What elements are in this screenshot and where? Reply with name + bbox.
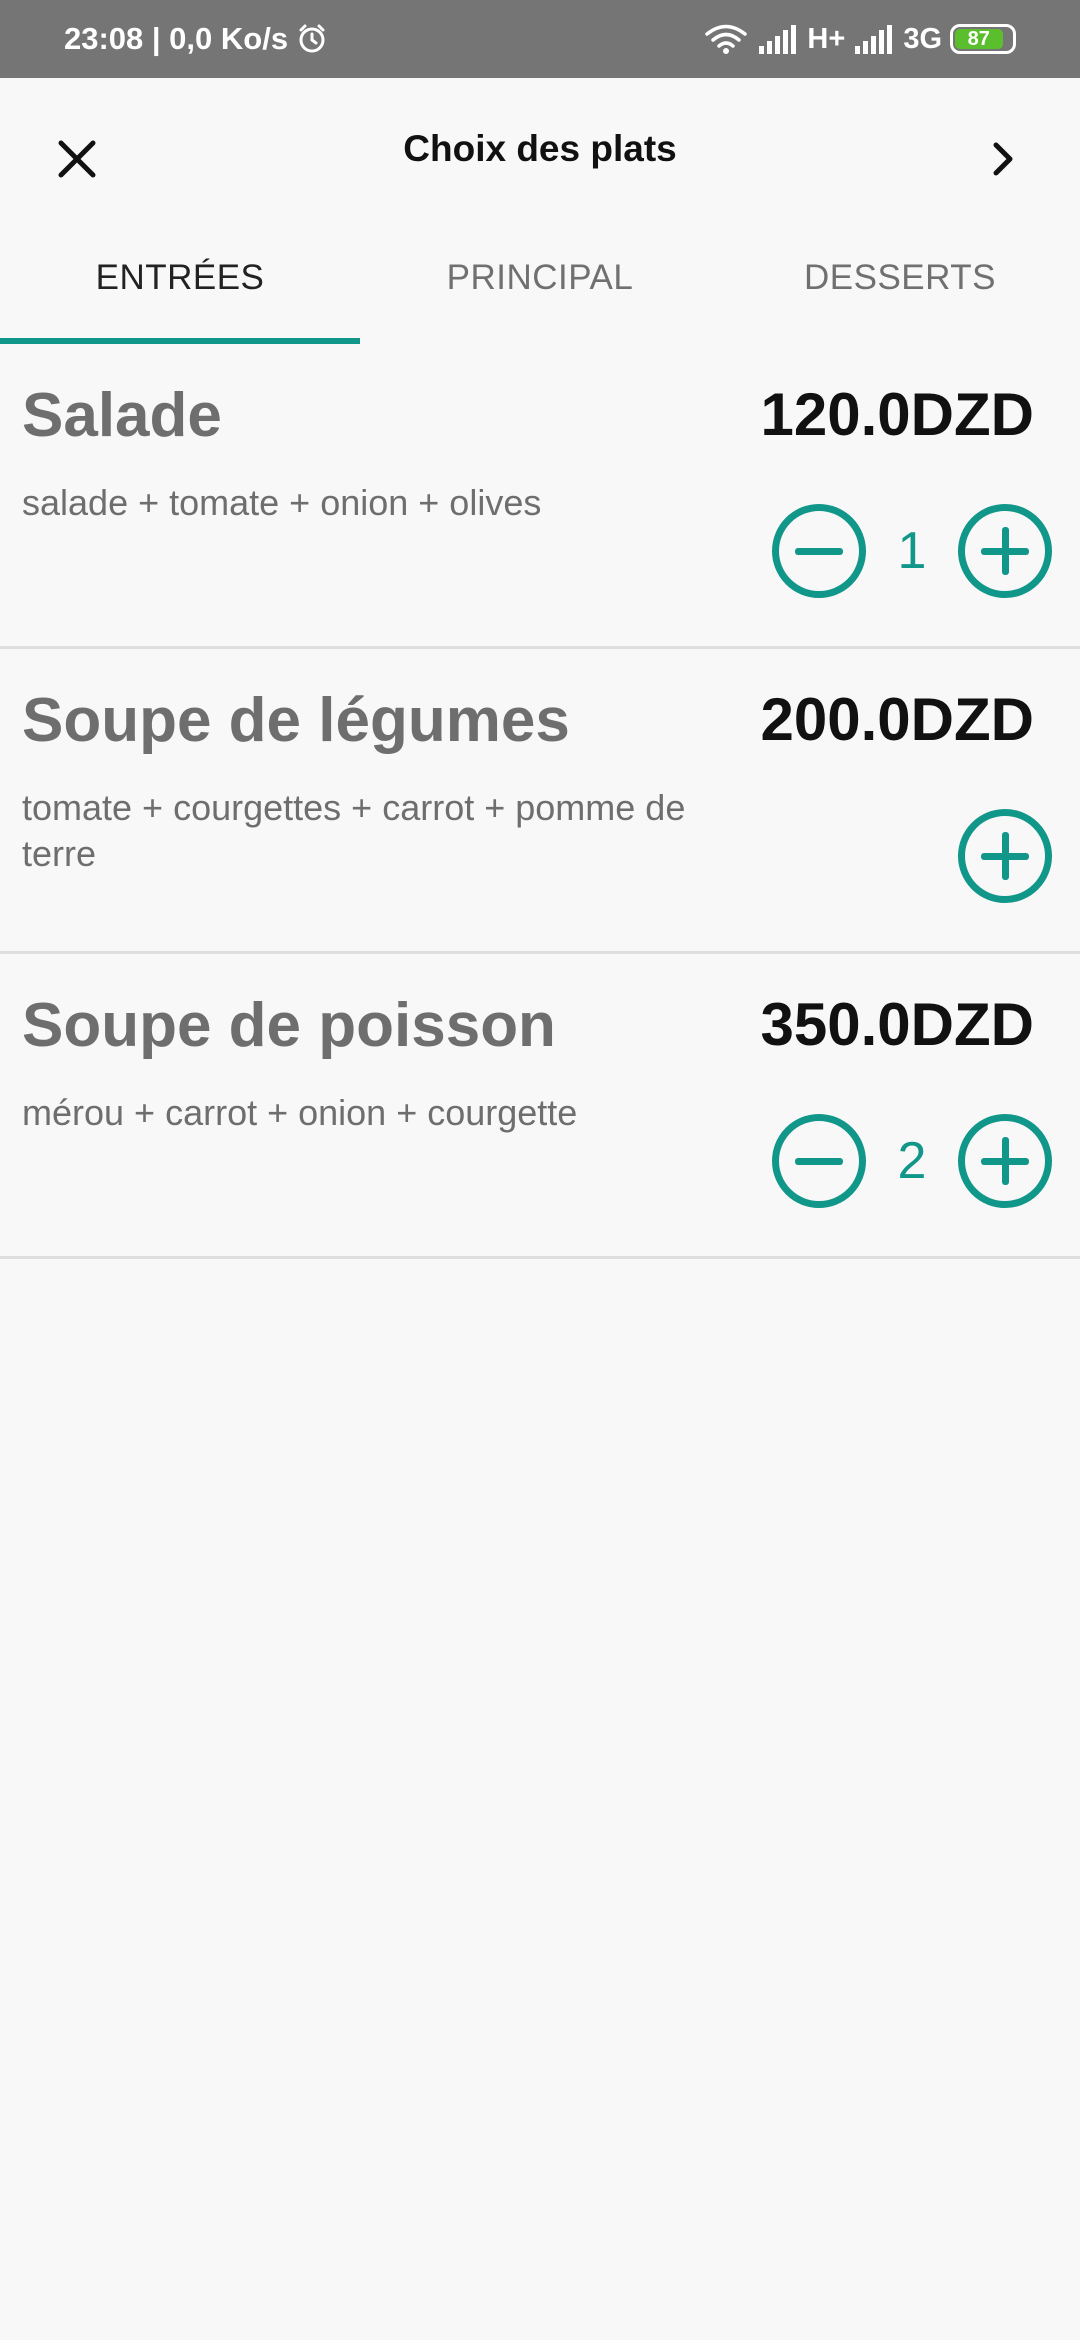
page-title: Choix des plats [403, 128, 677, 169]
dish-description: mérou + carrot + onion + courgette [22, 1092, 578, 1133]
quantity-stepper: 2 [772, 1114, 1052, 1208]
signal-icon [757, 24, 799, 54]
dish-description: salade + tomate + onion + olives [22, 482, 542, 523]
list-item: Soupe de poisson 350.0DZD mérou + carrot… [0, 954, 1080, 1259]
list-item: Soupe de légumes 200.0DZD tomate + courg… [0, 649, 1080, 954]
battery-icon: 87 [950, 24, 1016, 54]
tab-bar: ENTRÉES PRINCIPAL DESSERTS [0, 238, 1080, 344]
chevron-right-icon[interactable] [968, 124, 1038, 194]
tab-entrees[interactable]: ENTRÉES [0, 238, 360, 344]
signal-icon [853, 24, 895, 54]
plus-icon[interactable] [958, 504, 1052, 598]
app-bar: Choix des plats [0, 78, 1080, 238]
dish-price: 200.0DZD [760, 686, 1034, 753]
status-right: H+ 3G 87 [703, 0, 1016, 78]
quantity-stepper: 1 [772, 504, 1052, 598]
quantity-value: 2 [897, 1132, 927, 1190]
dish-list: Salade 120.0DZD salade + tomate + onion … [0, 344, 1080, 1259]
dish-description: tomate + courgettes + carrot + pomme de … [22, 787, 686, 874]
list-item: Salade 120.0DZD salade + tomate + onion … [0, 344, 1080, 649]
alarm-icon [296, 23, 328, 55]
dish-name: Soupe de poisson [22, 991, 556, 1060]
status-left: 23:08 | 0,0 Ko/s [64, 0, 328, 78]
dish-price: 350.0DZD [760, 991, 1034, 1058]
dish-name: Soupe de légumes [22, 686, 570, 755]
network-type-1: H+ [807, 22, 846, 55]
tab-principal[interactable]: PRINCIPAL [360, 238, 720, 344]
quantity-stepper [958, 809, 1052, 903]
status-time-speed: 23:08 | 0,0 Ko/s [64, 21, 289, 56]
tab-desserts[interactable]: DESSERTS [720, 238, 1080, 344]
status-bar: 23:08 | 0,0 Ko/s H+ 3G 87 [0, 0, 1080, 78]
quantity-value: 1 [897, 522, 927, 580]
plus-icon[interactable] [958, 809, 1052, 903]
dish-name: Salade [22, 381, 222, 450]
network-type-2: 3G [903, 22, 942, 55]
minus-icon[interactable] [772, 1114, 866, 1208]
wifi-icon [703, 23, 749, 55]
minus-icon[interactable] [772, 504, 866, 598]
battery-level: 87 [967, 27, 990, 50]
plus-icon[interactable] [958, 1114, 1052, 1208]
dish-price: 120.0DZD [760, 381, 1034, 448]
